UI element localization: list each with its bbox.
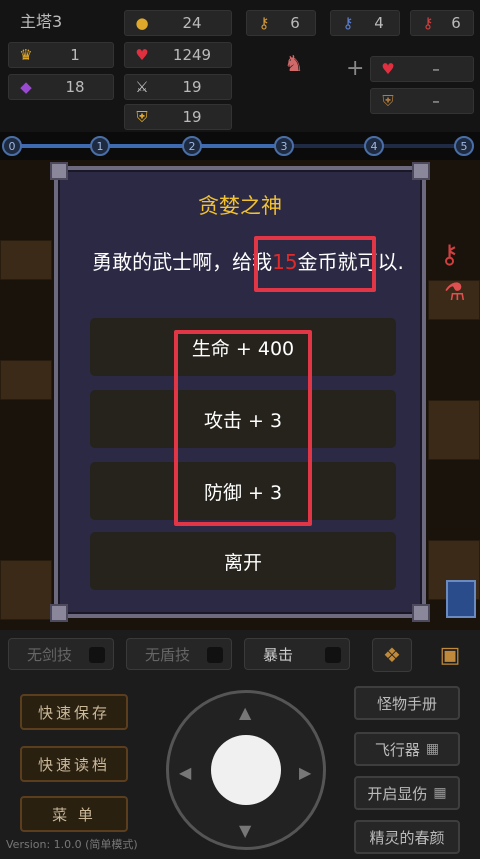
shield-icon: ⛨ — [382, 92, 394, 110]
potion-icon: ⚗ — [444, 278, 466, 306]
stats-bar: 主塔3 ● 24 ⚷ 6 ⚷ 4 ⚷ 6 ♛ 1 ♥ 1249 ♞ + ♥ – … — [0, 0, 480, 132]
toggle-icon — [89, 647, 105, 663]
sword-icon: ⚔ — [135, 78, 149, 96]
arrow-left-icon: ◀ — [179, 763, 192, 782]
dialog-corner — [412, 604, 430, 622]
joystick-knob[interactable] — [211, 735, 281, 805]
level-stat: ♛ 1 — [8, 42, 114, 68]
heart-icon: ♥ — [381, 60, 395, 78]
dialog-corner — [412, 162, 430, 180]
track-node: 3 — [274, 136, 294, 156]
attack-stat: ⚔ 19 — [124, 74, 232, 100]
coin-icon: ● — [135, 14, 149, 32]
show-damage-button[interactable]: 开启显伤 ▦ — [354, 776, 460, 810]
book-icon — [446, 580, 476, 618]
flyer-button[interactable]: 飞行器 ▦ — [354, 732, 460, 766]
quick-load-button[interactable]: 快速读档 — [20, 746, 128, 782]
version-text: Version: 1.0.0 (简单模式) — [6, 838, 138, 851]
track-node: 5 — [454, 136, 474, 156]
gold-stat: ● 24 — [124, 10, 232, 36]
yellow-key-icon: ⚷ — [258, 14, 270, 32]
highlight-box — [254, 236, 376, 292]
floor-progress-track: 0 1 2 3 4 5 — [0, 132, 480, 160]
plus-sign: + — [346, 56, 365, 81]
hero-icon: ♞ — [284, 52, 304, 77]
heart-icon: ♥ — [135, 46, 149, 64]
dialog-corner — [50, 604, 68, 622]
chest-icon[interactable]: ▣ — [430, 638, 470, 672]
skill-toggle-shield[interactable]: 无盾技 — [126, 638, 232, 670]
track-node: 1 — [90, 136, 110, 156]
film-icon: ▦ — [433, 785, 447, 801]
crown-icon: ♛ — [19, 46, 33, 64]
red-key-icon: ⚷ — [440, 240, 460, 270]
track-node: 2 — [182, 136, 202, 156]
highlight-box — [174, 330, 312, 526]
dialog-corner — [50, 162, 68, 180]
track-line-fill — [12, 144, 284, 148]
blue-key-icon: ⚷ — [342, 14, 354, 32]
toggle-icon — [325, 647, 341, 663]
exp-stat: ◆ 18 — [8, 74, 114, 100]
defense-stat: ⛨ 19 — [124, 104, 232, 130]
skill-toggle-crit[interactable]: 暴击 — [244, 638, 350, 670]
blue-key-stat: ⚷ 4 — [330, 10, 400, 36]
monster-manual-button[interactable]: 怪物手册 — [354, 686, 460, 720]
gem-icon: ◆ — [20, 78, 32, 96]
spirit-button[interactable]: 精灵的春颜 — [354, 820, 460, 854]
leave-button[interactable]: 离开 — [90, 532, 396, 590]
floor-label: 主塔3 — [20, 12, 63, 31]
bag-icon[interactable]: ❖ — [372, 638, 412, 672]
shield-icon: ⛨ — [136, 108, 148, 126]
yellow-key-stat: ⚷ 6 — [246, 10, 316, 36]
menu-button[interactable]: 菜 单 — [20, 796, 128, 832]
toggle-icon — [207, 647, 223, 663]
bonus-def-stat: ⛨ – — [370, 88, 474, 114]
hp-stat: ♥ 1249 — [124, 42, 232, 68]
track-node: 0 — [2, 136, 22, 156]
red-key-icon: ⚷ — [422, 14, 434, 32]
skill-toggle-sword[interactable]: 无剑技 — [8, 638, 114, 670]
arrow-right-icon: ▶ — [299, 763, 312, 782]
dialog-title: 贪婪之神 — [198, 194, 282, 218]
track-node: 4 — [364, 136, 384, 156]
event-dialog: 贪婪之神 勇敢的武士啊，给我15金币就可以. 生命 + 400 攻击 + 3 防… — [50, 162, 430, 622]
quick-save-button[interactable]: 快速保存 — [20, 694, 128, 730]
arrow-up-icon: ▲ — [239, 703, 252, 722]
arrow-down-icon: ▼ — [239, 821, 252, 840]
red-key-stat: ⚷ 6 — [410, 10, 474, 36]
bonus-hp-stat: ♥ – — [370, 56, 474, 82]
film-icon: ▦ — [425, 741, 440, 757]
